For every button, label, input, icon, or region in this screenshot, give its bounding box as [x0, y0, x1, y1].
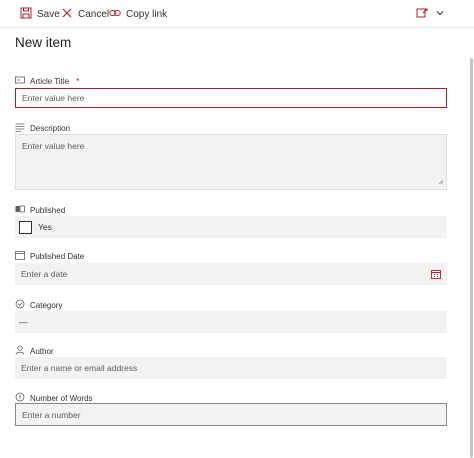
close-icon: [61, 7, 73, 22]
save-button[interactable]: Save: [20, 6, 60, 22]
author-label: Author: [15, 345, 54, 357]
article-title-input[interactable]: Enter value here: [15, 88, 447, 108]
choice-field-icon: [15, 299, 25, 311]
copy-link-button[interactable]: Copy link: [109, 6, 167, 22]
command-bar: Save Cancel Copy link: [0, 0, 474, 28]
published-date-label-text: Published Date: [30, 251, 85, 261]
author-label-text: Author: [30, 346, 54, 356]
copy-link-label: Copy link: [126, 8, 168, 20]
article-title-label: Article Title *: [15, 75, 79, 87]
person-icon: [15, 345, 25, 357]
chevron-down-icon: [434, 7, 446, 22]
published-date-placeholder: Enter a date: [21, 269, 68, 279]
multiline-text-icon: [15, 122, 25, 134]
description-placeholder: Enter value here: [22, 141, 85, 151]
category-label: Category: [15, 299, 62, 311]
cancel-label: Cancel: [78, 8, 110, 20]
published-label: Published: [15, 204, 65, 216]
description-textarea[interactable]: Enter value here: [15, 134, 447, 190]
article-title-label-text: Article Title: [30, 76, 70, 86]
category-label-text: Category: [30, 300, 63, 310]
calendar-icon[interactable]: [431, 269, 441, 281]
cancel-button[interactable]: Cancel: [61, 6, 109, 22]
number-of-words-input[interactable]: Enter a number: [15, 403, 447, 426]
article-title-placeholder: Enter value here: [22, 93, 85, 103]
published-checkbox-label: Yes: [38, 222, 52, 232]
date-field-icon: [15, 250, 25, 262]
save-icon: [20, 7, 32, 22]
description-label-text: Description: [30, 123, 71, 133]
number-of-words-label-text: Number of Words: [30, 393, 93, 403]
published-checkbox[interactable]: [19, 220, 32, 234]
more-options-button[interactable]: [434, 6, 446, 22]
save-label: Save: [37, 8, 60, 20]
form-view-icon: [416, 7, 428, 22]
published-label-text: Published: [30, 205, 66, 215]
text-field-icon: [15, 75, 25, 87]
description-label: Description: [15, 122, 70, 134]
published-date-label: Published Date: [15, 250, 84, 262]
required-marker: *: [76, 76, 80, 86]
published-field: Yes: [15, 216, 447, 238]
category-value: —: [19, 317, 28, 327]
boolean-icon: [15, 204, 25, 216]
author-placeholder: Enter a name or email address: [21, 363, 138, 373]
resize-handle-icon[interactable]: [438, 177, 444, 187]
category-dropdown[interactable]: —: [15, 311, 447, 333]
number-of-words-placeholder: Enter a number: [22, 409, 81, 420]
link-icon: [109, 7, 121, 22]
scrollbar-thumb[interactable]: [470, 58, 473, 458]
scrollbar[interactable]: [468, 28, 474, 458]
page-title: New item: [15, 35, 72, 50]
author-input[interactable]: Enter a name or email address: [15, 357, 447, 379]
published-date-input[interactable]: Enter a date: [15, 263, 447, 285]
form-view-button[interactable]: [416, 6, 428, 22]
